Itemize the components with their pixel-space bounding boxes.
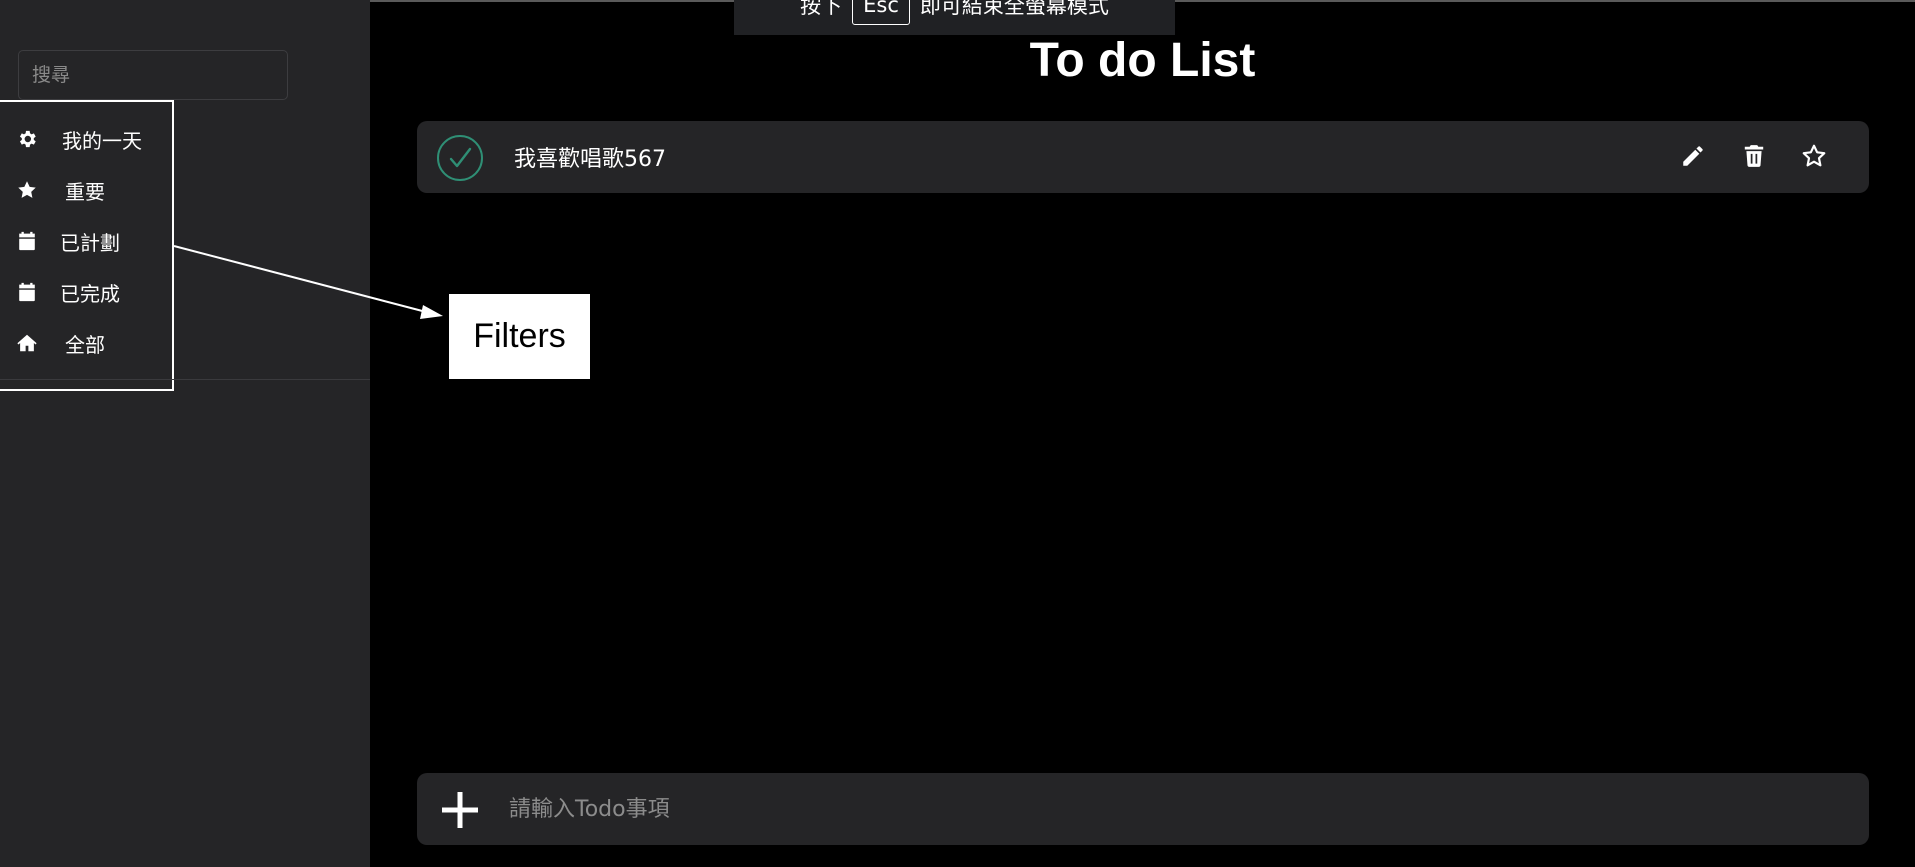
esc-key: Esc	[852, 0, 910, 25]
filter-label: 重要	[65, 179, 105, 204]
filter-my-day[interactable]: 我的一天	[0, 119, 172, 159]
edit-button[interactable]	[1678, 141, 1708, 171]
home-icon	[15, 331, 39, 355]
todo-input[interactable]	[509, 787, 1809, 831]
fullscreen-notice: 按下 Esc 即可結束全螢幕模式	[734, 0, 1175, 35]
todo-text: 我喜歡唱歌567	[514, 147, 666, 172]
filter-label: 已完成	[60, 281, 120, 306]
filter-label: 我的一天	[62, 128, 142, 153]
add-todo-bar	[417, 773, 1869, 845]
trash-icon	[1744, 145, 1764, 167]
calendar-icon	[15, 229, 39, 253]
star-icon	[15, 178, 39, 202]
plus-icon[interactable]	[439, 789, 481, 831]
star-outline-icon	[1802, 144, 1826, 167]
filter-completed[interactable]: 已完成	[0, 272, 172, 312]
filter-important[interactable]: 重要	[0, 170, 172, 210]
filter-all[interactable]: 全部	[0, 323, 172, 363]
pencil-icon	[1683, 146, 1703, 166]
filter-list: 我的一天 重要 已計劃 已完成 全部	[0, 100, 174, 391]
fullscreen-notice-suffix: 即可結束全螢幕模式	[919, 0, 1109, 18]
complete-toggle[interactable]	[437, 135, 483, 181]
callout-label: Filters	[473, 317, 566, 355]
star-button[interactable]	[1799, 141, 1829, 171]
filter-label: 全部	[65, 332, 105, 357]
page-title: To do List	[1029, 34, 1256, 87]
gear-icon	[15, 127, 39, 151]
search-input[interactable]	[18, 50, 288, 100]
sidebar-divider	[0, 379, 370, 380]
filters-callout: Filters	[449, 294, 590, 379]
check-icon	[449, 147, 472, 168]
calendar-icon	[15, 280, 39, 304]
delete-button[interactable]	[1739, 141, 1769, 171]
sidebar: 我的一天 重要 已計劃 已完成 全部	[0, 0, 370, 867]
filter-planned[interactable]: 已計劃	[0, 221, 172, 261]
todo-item: 我喜歡唱歌567	[417, 121, 1869, 193]
fullscreen-notice-prefix: 按下	[800, 0, 843, 18]
filter-label: 已計劃	[60, 230, 120, 255]
